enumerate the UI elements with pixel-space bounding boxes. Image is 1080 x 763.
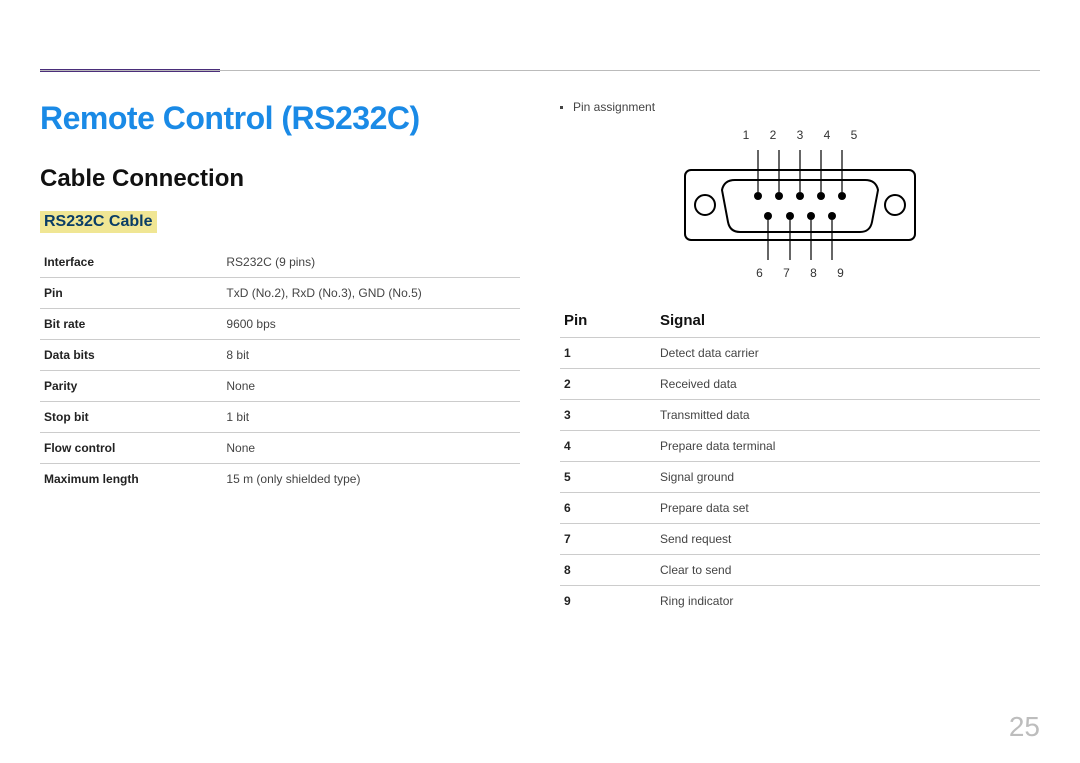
pin-number: 8 [560,555,656,586]
spec-value: 9600 bps [222,309,520,340]
pin-label: 5 [848,128,860,142]
pin-number: 9 [560,586,656,617]
spec-key: Parity [40,371,222,402]
spec-row: InterfaceRS232C (9 pins) [40,247,520,278]
top-pin-labels: 1 2 3 4 5 [670,128,930,142]
spec-row: Maximum length15 m (only shielded type) [40,464,520,495]
pin-number: 6 [560,493,656,524]
pin-number: 4 [560,431,656,462]
pin-signal: Prepare data terminal [656,431,1040,462]
left-column: Remote Control (RS232C) Cable Connection… [40,100,520,616]
pin-row: 7Send request [560,524,1040,555]
bullet-text: Pin assignment [573,100,655,114]
db9-connector-diagram [680,144,920,264]
pin-signal: Prepare data set [656,493,1040,524]
pin-assignment-bullet: Pin assignment [560,100,1040,114]
spec-key: Pin [40,278,222,309]
spec-row: Stop bit1 bit [40,402,520,433]
spec-value: RS232C (9 pins) [222,247,520,278]
spec-value: None [222,371,520,402]
pin-number: 7 [560,524,656,555]
spec-key: Bit rate [40,309,222,340]
pin-row: 8Clear to send [560,555,1040,586]
bottom-pin-labels: 6 7 8 9 [670,266,930,280]
pin-label: 1 [740,128,752,142]
spec-value: 15 m (only shielded type) [222,464,520,495]
pin-signal: Send request [656,524,1040,555]
pin-label: 4 [821,128,833,142]
spec-value: 1 bit [222,402,520,433]
pin-number: 3 [560,400,656,431]
spec-key: Flow control [40,433,222,464]
cable-specs-table: InterfaceRS232C (9 pins)PinTxD (No.2), R… [40,247,520,494]
pin-row: 9Ring indicator [560,586,1040,617]
pin-label: 3 [794,128,806,142]
pin-row: 1Detect data carrier [560,338,1040,369]
spec-value: TxD (No.2), RxD (No.3), GND (No.5) [222,278,520,309]
pin-row: 5Signal ground [560,462,1040,493]
pin-number: 2 [560,369,656,400]
pin-label: 8 [808,266,820,280]
spec-key: Stop bit [40,402,222,433]
pin-row: 2Received data [560,369,1040,400]
pin-signal: Clear to send [656,555,1040,586]
pin-signal: Received data [656,369,1040,400]
page-title: Remote Control (RS232C) [40,100,520,137]
pin-signal-table: Pin Signal 1Detect data carrier2Received… [560,304,1040,616]
subsection-title: Cable Connection [40,165,520,193]
pin-signal: Signal ground [656,462,1040,493]
pin-row: 3Transmitted data [560,400,1040,431]
pin-number: 1 [560,338,656,369]
pin-row: 6Prepare data set [560,493,1040,524]
spec-row: Flow controlNone [40,433,520,464]
signal-header: Signal [656,304,1040,338]
spec-row: Bit rate9600 bps [40,309,520,340]
spec-row: Data bits8 bit [40,340,520,371]
pin-signal: Detect data carrier [656,338,1040,369]
spec-row: ParityNone [40,371,520,402]
pin-row: 4Prepare data terminal [560,431,1040,462]
bullet-icon [560,106,563,109]
right-column: Pin assignment 12345 [560,100,1040,616]
page-number: 25 [1009,711,1040,743]
spec-value: None [222,433,520,464]
cable-label: RS232C Cable [40,211,157,233]
spec-row: PinTxD (No.2), RxD (No.3), GND (No.5) [40,278,520,309]
pin-label: 7 [781,266,793,280]
pin-label: 2 [767,128,779,142]
pin-signal: Transmitted data [656,400,1040,431]
content-columns: Remote Control (RS232C) Cable Connection… [40,100,1040,616]
top-rule [40,70,1040,71]
spec-key: Maximum length [40,464,222,495]
spec-key: Data bits [40,340,222,371]
spec-value: 8 bit [222,340,520,371]
pin-label: 9 [835,266,847,280]
pin-header: Pin [560,304,656,338]
pin-number: 5 [560,462,656,493]
pin-signal: Ring indicator [656,586,1040,617]
pin-label: 6 [754,266,766,280]
spec-key: Interface [40,247,222,278]
connector-figure: 1 2 3 4 5 [670,128,930,280]
document-page: Remote Control (RS232C) Cable Connection… [0,0,1080,763]
